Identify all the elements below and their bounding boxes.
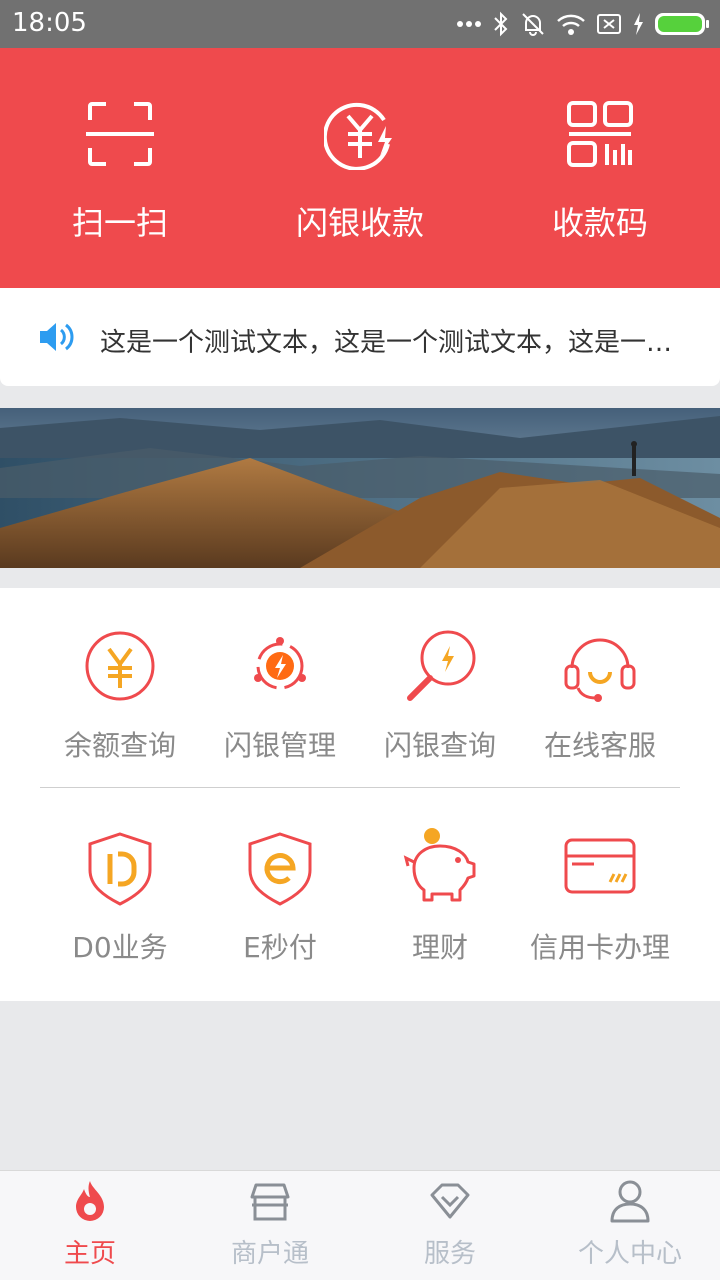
magnifier-flash-icon	[407, 630, 476, 701]
bluetooth-icon	[494, 11, 508, 37]
yuan-circle-icon	[85, 631, 155, 701]
headset-icon	[564, 638, 636, 702]
notice-text: 这是一个测试文本，这是一个测试文本，这是一个测试文本	[100, 328, 690, 358]
bottom-nav: 主页 商户通 服务 个人中心	[0, 1170, 720, 1280]
flash-collect-button[interactable]: 闪银收款	[240, 48, 480, 288]
payment-code-button[interactable]: 收款码	[480, 48, 720, 288]
wealth-item[interactable]: 理财	[360, 790, 520, 970]
person-icon	[610, 1180, 650, 1223]
grid-divider	[40, 787, 680, 788]
nav-service-label: 服务	[423, 1239, 476, 1269]
balance-query-item[interactable]: 余额查询	[40, 588, 200, 768]
nav-home[interactable]: 主页	[0, 1171, 180, 1280]
flash-gear-icon	[254, 637, 306, 690]
qr-code-icon	[567, 101, 633, 167]
yuan-flash-icon	[324, 102, 392, 170]
payment-code-label: 收款码	[551, 204, 648, 242]
nav-merchant[interactable]: 商户通	[180, 1171, 360, 1280]
credit-card-icon	[564, 838, 636, 894]
credit-card-item[interactable]: 信用卡办理	[520, 790, 680, 970]
diamond-icon	[430, 1183, 470, 1219]
flash-query-label: 闪银查询	[383, 729, 496, 762]
scan-label: 扫一扫	[71, 204, 168, 242]
status-bar: 18:05	[0, 0, 720, 48]
balance-query-label: 余额查询	[63, 729, 176, 762]
nav-profile-label: 个人中心	[577, 1239, 682, 1269]
bell-muted-icon	[522, 13, 544, 36]
nav-merchant-label: 商户通	[230, 1239, 309, 1269]
quick-actions-header: 扫一扫 闪银收款 收款码	[0, 48, 720, 288]
flash-collect-label: 闪银收款	[295, 204, 424, 242]
e-pay-label: E秒付	[243, 931, 317, 964]
shield-d-icon	[88, 832, 152, 906]
d0-business-label: D0业务	[72, 931, 168, 964]
nav-service[interactable]: 服务	[360, 1171, 540, 1280]
flash-query-item[interactable]: 闪银查询	[360, 588, 520, 768]
store-icon	[250, 1183, 290, 1221]
piggy-bank-icon	[403, 828, 476, 902]
nav-home-label: 主页	[63, 1239, 116, 1269]
banner-image	[0, 408, 720, 568]
services-grid: 余额查询 闪银管理 闪银查询 在线客服 D0业务 E秒付 理财 信用卡办理	[0, 588, 720, 1001]
battery-icon	[655, 13, 709, 35]
credit-card-label: 信用卡办理	[529, 931, 670, 964]
notice-bar[interactable]: 这是一个测试文本，这是一个测试文本，这是一个测试文本	[0, 288, 720, 386]
flame-icon	[76, 1181, 104, 1221]
shield-e-icon	[248, 832, 312, 906]
online-service-label: 在线客服	[543, 729, 656, 762]
online-service-item[interactable]: 在线客服	[520, 588, 680, 768]
sim-icon	[597, 14, 621, 34]
nav-profile[interactable]: 个人中心	[540, 1171, 720, 1280]
promo-banner[interactable]	[0, 408, 720, 568]
more-dots-icon	[457, 21, 481, 27]
scan-button[interactable]: 扫一扫	[0, 48, 240, 288]
status-time: 18:05	[12, 8, 87, 38]
d0-business-item[interactable]: D0业务	[40, 790, 200, 970]
wealth-label: 理财	[411, 931, 468, 964]
status-icons	[456, 8, 710, 40]
e-pay-item[interactable]: E秒付	[200, 790, 360, 970]
scan-icon	[86, 102, 154, 166]
charging-icon	[634, 13, 643, 35]
flash-manage-item[interactable]: 闪银管理	[200, 588, 360, 768]
speaker-icon	[40, 323, 74, 351]
flash-manage-label: 闪银管理	[223, 729, 336, 762]
wifi-icon	[557, 14, 585, 35]
